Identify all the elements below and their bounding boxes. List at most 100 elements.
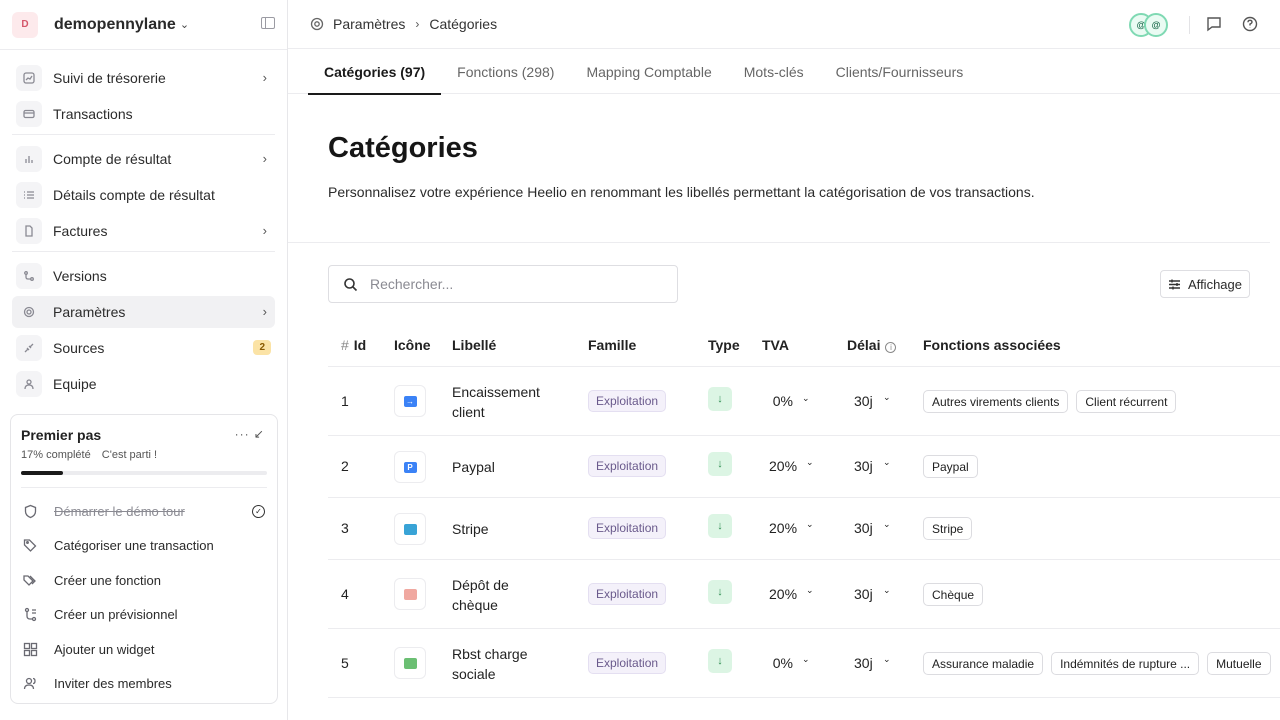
category-icon[interactable]: P [394, 451, 426, 483]
delay-select[interactable]: 30j [854, 586, 873, 602]
display-options-label: Affichage [1188, 276, 1242, 292]
sidebar-item-tresorerie[interactable]: Suivi de trésorerie › [12, 62, 275, 94]
first-step-item[interactable]: Créer un prévisionnel [21, 598, 267, 633]
tab-mots-cles[interactable]: Mots-clés [728, 49, 820, 94]
first-steps-actions[interactable]: ··· ↙ [235, 427, 265, 441]
sidebar-item-factures[interactable]: Factures › [12, 215, 275, 247]
sidebar-item-compte-resultat[interactable]: Compte de résultat › [12, 143, 275, 175]
search-icon [344, 277, 358, 291]
breadcrumb-parent[interactable]: Paramètres [333, 16, 405, 32]
chevron-right-icon: › [262, 70, 267, 85]
category-icon[interactable] [394, 647, 426, 679]
tab-categories[interactable]: Catégories (97) [308, 49, 442, 95]
sidebar-item-sources[interactable]: Sources 2 [12, 332, 275, 364]
column-header-label[interactable]: Libellé [452, 337, 496, 353]
delay-select[interactable]: 30j [854, 458, 873, 474]
row-id: 2 [341, 458, 349, 474]
function-tag[interactable]: Indémnités de rupture ... [1051, 652, 1200, 675]
tab-clients-fournisseurs[interactable]: Clients/Fournisseurs [820, 49, 980, 94]
column-header-icon[interactable]: Icône [394, 337, 431, 353]
search-input[interactable] [370, 276, 650, 292]
category-label[interactable]: Paypal [452, 457, 552, 477]
sidebar-item-versions[interactable]: Versions [12, 260, 275, 292]
delay-select[interactable]: 30j [854, 393, 873, 409]
tab-mapping-comptable[interactable]: Mapping Comptable [570, 49, 727, 94]
row-id: 3 [341, 520, 349, 536]
category-icon[interactable] [394, 578, 426, 610]
sidebar-collapse-icon[interactable] [261, 17, 275, 29]
bar-chart-icon [16, 146, 42, 172]
family-badge[interactable]: Exploitation [588, 517, 667, 539]
tva-select[interactable]: 20% [769, 586, 797, 602]
help-icon[interactable] [1242, 16, 1260, 34]
sidebar-item-label: Versions [53, 268, 107, 284]
function-tag[interactable]: Stripe [923, 517, 973, 540]
search-box[interactable] [328, 265, 678, 303]
user-avatars[interactable]: @ @ [1129, 13, 1171, 37]
function-tag[interactable]: Chèque [923, 583, 984, 606]
arrow-down-icon[interactable]: ↓ [708, 387, 732, 411]
function-tag[interactable]: Assurance maladie [923, 652, 1044, 675]
category-label[interactable]: Dépôt de chèque [452, 575, 552, 615]
table-row[interactable]: 1 → Encaissement client Exploitation ↓ 0… [328, 367, 1280, 436]
arrow-down-icon[interactable]: ↓ [708, 649, 732, 673]
family-badge[interactable]: Exploitation [588, 390, 667, 412]
function-tag[interactable]: Client récurrent [1076, 390, 1177, 413]
first-steps-cta[interactable]: C'est parti ! [102, 449, 157, 461]
chevron-down-icon: ⌄ [883, 519, 891, 529]
column-header-tva[interactable]: TVA [762, 337, 789, 353]
column-header-id[interactable]: # Id [341, 337, 366, 353]
tva-select[interactable]: 0% [771, 393, 793, 409]
function-tag[interactable]: Paypal [923, 455, 978, 478]
column-header-family[interactable]: Famille [588, 337, 636, 353]
first-step-item[interactable]: Créer une fonction [21, 563, 267, 598]
workspace-switcher[interactable]: D demopennylane ⌄ [0, 0, 287, 50]
category-icon[interactable] [394, 513, 426, 545]
family-badge[interactable]: Exploitation [588, 652, 667, 674]
category-icon[interactable]: → [394, 385, 426, 417]
delay-select[interactable]: 30j [854, 520, 873, 536]
tva-select[interactable]: 20% [769, 520, 797, 536]
info-icon[interactable]: i [885, 342, 897, 353]
display-options-button[interactable]: Affichage [1160, 270, 1250, 298]
category-label[interactable]: Rbst charge sociale [452, 644, 552, 684]
sidebar-item-equipe[interactable]: Equipe [12, 368, 275, 400]
column-header-type[interactable]: Type [708, 337, 740, 353]
top-bar: Paramètres › Catégories @ @ [288, 0, 1280, 49]
first-step-item[interactable]: Démarrer le démo tour ✓ [21, 494, 267, 529]
settings-tabs: Catégories (97) Fonctions (298) Mapping … [288, 49, 1280, 95]
table-row[interactable]: 5 Rbst charge sociale Exploitation ↓ 0% … [328, 629, 1280, 698]
column-header-functions[interactable]: Fonctions associées [923, 337, 1061, 353]
main-content: Catégories Personnalisez votre expérienc… [288, 94, 1280, 720]
family-badge[interactable]: Exploitation [588, 583, 667, 605]
tva-select[interactable]: 20% [769, 458, 797, 474]
list-icon [16, 182, 42, 208]
category-label[interactable]: Stripe [452, 519, 552, 539]
sidebar-item-details-compte[interactable]: Détails compte de résultat [12, 179, 275, 211]
tva-select[interactable]: 0% [771, 655, 793, 671]
table-row[interactable]: 2 P Paypal Exploitation ↓ 20% ⌄ 30j ⌄ Pa… [328, 436, 1280, 498]
arrow-down-icon[interactable]: ↓ [708, 452, 732, 476]
family-badge[interactable]: Exploitation [588, 455, 667, 477]
arrow-down-icon[interactable]: ↓ [708, 580, 732, 604]
sidebar-item-parametres[interactable]: Paramètres › [12, 296, 275, 328]
delay-select[interactable]: 30j [854, 655, 873, 671]
function-tag[interactable]: Autres virements clients [923, 390, 1069, 413]
page-title: Catégories [328, 132, 478, 164]
column-header-delay[interactable]: Délai i [847, 337, 897, 353]
first-step-item[interactable]: Ajouter un widget [21, 632, 267, 667]
arrow-down-icon[interactable]: ↓ [708, 514, 732, 538]
sidebar-item-transactions[interactable]: Transactions [12, 98, 275, 130]
table-row[interactable]: 4 Dépôt de chèque Exploitation ↓ 20% ⌄ 3… [328, 560, 1280, 629]
feedback-icon[interactable] [1206, 16, 1224, 34]
table-row[interactable]: 3 Stripe Exploitation ↓ 20% ⌄ 30j ⌄ Stri… [328, 498, 1280, 560]
tab-fonctions[interactable]: Fonctions (298) [441, 49, 570, 94]
first-step-item[interactable]: Catégoriser une transaction [21, 529, 267, 564]
first-step-item[interactable]: Inviter des membres [21, 667, 267, 702]
workspace-name: demopennylane [54, 15, 176, 33]
function-tag[interactable]: Mutuelle [1207, 652, 1271, 675]
chevron-down-icon: ⌄ [179, 19, 190, 31]
sidebar-divider [12, 134, 275, 135]
header-divider [1189, 16, 1190, 34]
category-label[interactable]: Encaissement client [452, 382, 552, 422]
